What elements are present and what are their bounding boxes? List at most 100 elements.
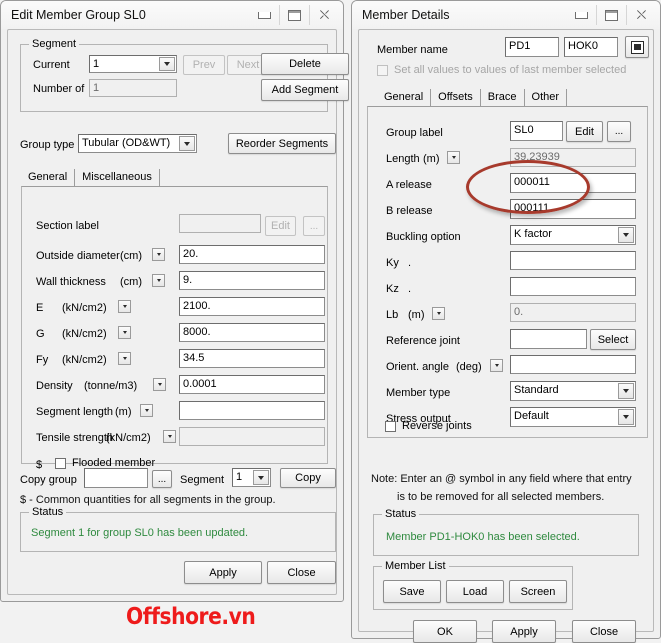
set-all-values-checkbox[interactable]: Set all values to values of last member … [377, 64, 626, 76]
minimize-icon [574, 11, 588, 19]
group-label-field[interactable]: SL0 [510, 121, 563, 141]
copy-group-ellipsis-button[interactable]: ... [152, 470, 172, 488]
copy-segment-combo[interactable]: 1 [232, 468, 271, 487]
maximize-button[interactable] [279, 5, 309, 25]
reference-joint-select-button[interactable]: Select [590, 329, 636, 350]
member-list-load-button[interactable]: Load [446, 580, 504, 603]
tab-brace[interactable]: Brace [481, 89, 525, 106]
length-unit-dropdown[interactable] [447, 151, 460, 164]
e-modulus-unit-dropdown[interactable] [118, 300, 131, 313]
copy-segment-value: 1 [236, 471, 243, 483]
minimize-button[interactable] [249, 5, 279, 25]
segment-length-label: Segment length [36, 406, 114, 418]
density-unit-dropdown[interactable] [153, 378, 166, 391]
right-window-title: Member Details [362, 8, 450, 22]
tab-other[interactable]: Other [525, 89, 568, 106]
outside-diameter-label: Outside diameter [36, 250, 120, 262]
left-window-controls: ⛌ [249, 5, 339, 25]
prev-segment-button[interactable]: Prev [183, 55, 225, 75]
copy-button[interactable]: Copy [280, 468, 336, 488]
left-status-message: Segment 1 for group SL0 has been updated… [31, 527, 249, 539]
group-type-combo[interactable]: Tubular (OD&WT) [78, 134, 197, 153]
outside-diameter-unit-dropdown[interactable] [152, 248, 165, 261]
orient-angle-unit-dropdown[interactable] [490, 359, 503, 372]
b-release-label: B release [386, 205, 433, 217]
member-name-b-field[interactable]: HOK0 [564, 37, 618, 57]
g-modulus-unit: (kN/cm2) [62, 328, 107, 340]
section-label-field[interactable] [179, 214, 261, 233]
member-list-save-button[interactable]: Save [383, 580, 441, 603]
b-release-field[interactable]: 000111 [510, 199, 636, 219]
member-type-combo[interactable]: Standard [510, 381, 636, 401]
right-window-client: Member name PD1 HOK0 Set all values to v… [358, 29, 654, 643]
chevron-down-icon[interactable] [253, 470, 269, 485]
g-modulus-unit-dropdown[interactable] [118, 326, 131, 339]
left-window-title: Edit Member Group SL0 [11, 8, 146, 22]
chevron-down-icon[interactable] [179, 136, 195, 151]
section-ellipsis-button[interactable]: ... [303, 216, 325, 236]
close-icon: ⛌ [636, 7, 647, 23]
member-name-label: Member name [377, 44, 448, 56]
kz-field[interactable] [510, 277, 636, 296]
delete-segment-button[interactable]: Delete [261, 53, 349, 75]
section-edit-button[interactable]: Edit [265, 216, 296, 236]
segment-length-unit: (m) [115, 406, 132, 418]
chevron-down-icon[interactable] [618, 383, 634, 399]
segment-length-field[interactable] [179, 401, 325, 420]
lb-unit-dropdown[interactable] [432, 307, 445, 320]
close-button[interactable]: ⛌ [626, 5, 656, 25]
fy-unit: (kN/cm2) [62, 354, 107, 366]
tab-offsets[interactable]: Offsets [431, 89, 481, 106]
chevron-down-icon[interactable] [618, 227, 634, 243]
e-modulus-field[interactable]: 2100. [179, 297, 325, 316]
member-type-value: Standard [514, 384, 559, 396]
buckling-option-combo[interactable]: K factor [510, 225, 636, 245]
current-segment-combo[interactable]: 1 [89, 55, 177, 73]
close-button[interactable]: ⛌ [309, 5, 339, 25]
lb-unit: (m) [408, 309, 425, 321]
tab-general[interactable]: General [21, 169, 76, 186]
group-label-ellipsis-button[interactable]: ... [607, 121, 631, 142]
member-list-screen-button[interactable]: Screen [509, 580, 567, 603]
g-modulus-field[interactable]: 8000. [179, 323, 325, 342]
flooded-dollar-marker: $ [36, 459, 43, 471]
wall-thickness-unit-dropdown[interactable] [152, 274, 165, 287]
reference-joint-field[interactable] [510, 329, 587, 349]
left-close-button[interactable]: Close [267, 561, 336, 584]
orient-angle-field[interactable] [510, 355, 636, 374]
left-status-legend: Status [29, 506, 67, 518]
a-release-field[interactable]: 000011 [510, 173, 636, 193]
edit-member-group-window: Edit Member Group SL0 ⛌ Segment Current … [0, 0, 349, 602]
maximize-button[interactable] [596, 5, 626, 25]
copy-group-field[interactable] [84, 468, 148, 488]
reorder-segments-button[interactable]: Reorder Segments [228, 133, 336, 154]
tensile-strength-unit-dropdown[interactable] [163, 430, 176, 443]
member-list-legend: Member List [382, 560, 449, 572]
checkbox-box [385, 420, 396, 432]
reverse-joints-checkbox[interactable]: Reverse joints [385, 420, 472, 432]
add-segment-button[interactable]: Add Segment [261, 79, 349, 101]
group-label-edit-button[interactable]: Edit [566, 121, 603, 142]
chevron-down-icon[interactable] [159, 57, 175, 71]
wall-thickness-field[interactable]: 9. [179, 271, 325, 290]
length-label: Length [386, 153, 420, 165]
tensile-strength-field[interactable] [179, 427, 325, 446]
right-window-titlebar[interactable]: Member Details ⛌ [352, 1, 660, 29]
tab-miscellaneous[interactable]: Miscellaneous [75, 169, 160, 186]
left-window-titlebar[interactable]: Edit Member Group SL0 ⛌ [1, 1, 343, 29]
segment-length-unit-dropdown[interactable] [140, 404, 153, 417]
chevron-down-icon[interactable] [618, 409, 634, 425]
stress-output-value: Default [514, 410, 549, 422]
member-list-button[interactable] [625, 36, 649, 58]
left-apply-button[interactable]: Apply [184, 561, 262, 584]
ky-field[interactable] [510, 251, 636, 270]
outside-diameter-field[interactable]: 20. [179, 245, 325, 264]
member-name-a-field[interactable]: PD1 [505, 37, 559, 57]
tab-general[interactable]: General [377, 89, 432, 106]
fy-unit-dropdown[interactable] [118, 352, 131, 365]
copy-group-label: Copy group [20, 474, 77, 486]
minimize-button[interactable] [566, 5, 596, 25]
fy-field[interactable]: 34.5 [179, 349, 325, 368]
stress-output-combo[interactable]: Default [510, 407, 636, 427]
density-field[interactable]: 0.0001 [179, 375, 325, 394]
